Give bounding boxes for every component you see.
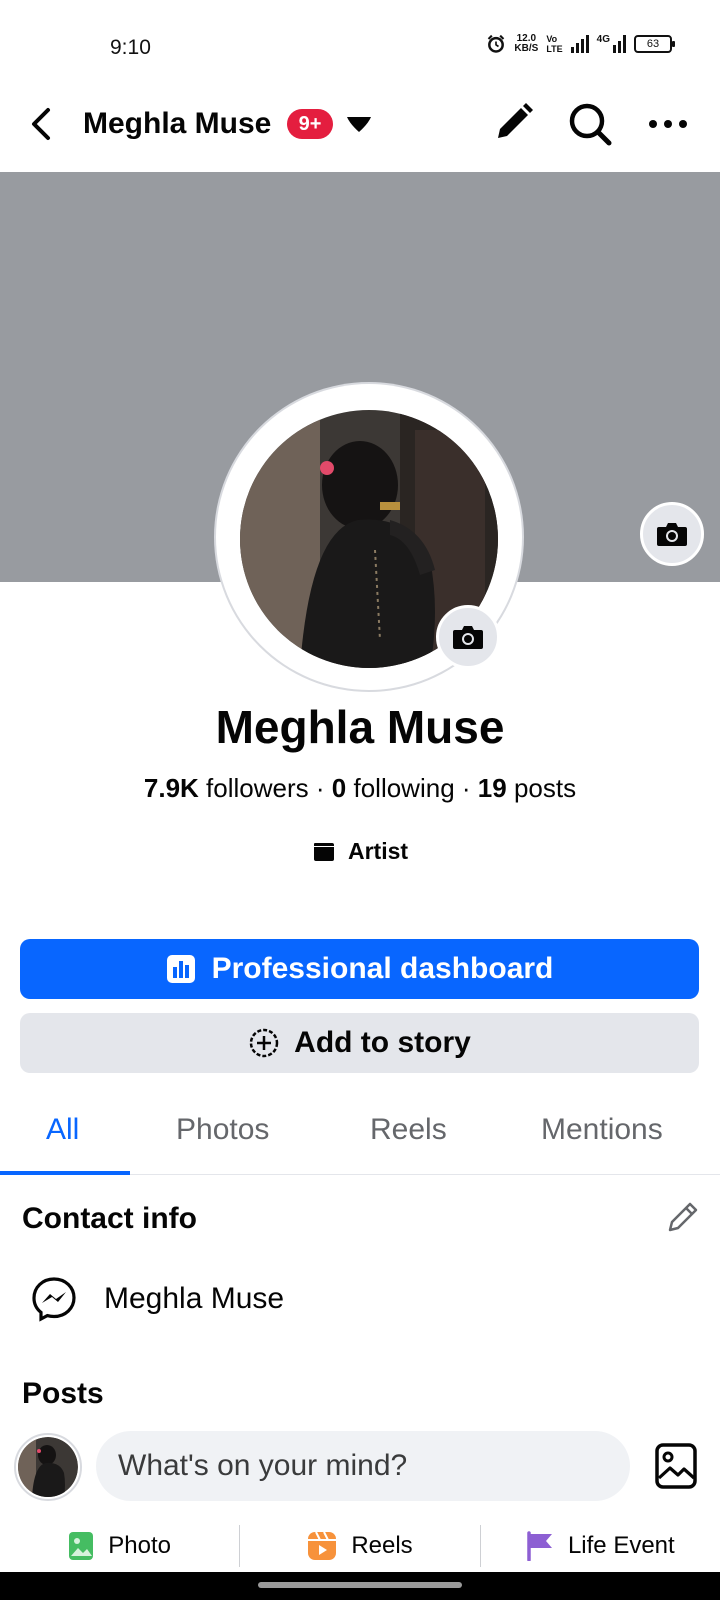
posts-label: posts [513, 773, 577, 803]
dashboard-chart-icon [166, 955, 195, 983]
profile-name: Meghla Muse [215, 701, 505, 753]
messenger-icon [32, 1277, 76, 1322]
photo-icon [69, 1532, 94, 1560]
caret-down-icon[interactable] [344, 112, 374, 136]
following-label[interactable]: following [353, 773, 454, 803]
add-to-story-label: Add to story [294, 1026, 471, 1059]
category-label: Artist [347, 838, 409, 864]
reels-label: Reels [351, 1532, 413, 1559]
status-icons: 12.0 KB/S Vo LTE 4G 63 [486, 34, 675, 54]
edit-contact-icon[interactable] [664, 1198, 702, 1236]
volte-bottom: LTE [546, 44, 563, 54]
messenger-contact[interactable]: Meghla Muse [30, 1275, 284, 1323]
edit-cover-button[interactable] [640, 502, 704, 566]
followers-label[interactable]: followers [206, 773, 309, 803]
profile-stats: 7.9K followers · 0 following · 19 posts [0, 773, 720, 804]
battery-icon: 63 [634, 35, 675, 53]
clapperboard-icon [313, 842, 334, 861]
network-type: 4G [596, 34, 610, 45]
post-actions: Photo Reels Life Event [0, 1520, 720, 1572]
signal-icon [570, 35, 589, 53]
system-navigation-bar [0, 1572, 720, 1600]
signal-4g-icon: 4G [597, 35, 626, 53]
messenger-contact-name: Meghla Muse [104, 1282, 285, 1315]
professional-dashboard-label: Professional dashboard [211, 952, 554, 985]
active-tab-indicator [0, 1171, 130, 1175]
add-to-story-button[interactable]: Add to story [20, 1013, 699, 1073]
avatar [18, 1437, 78, 1497]
photo-label: Photo [108, 1532, 172, 1559]
posts-count: 19 [477, 773, 507, 803]
flag-icon [527, 1531, 552, 1561]
profile-tabs: All Photos Reels Mentions [0, 1095, 720, 1175]
tab-reels[interactable]: Reels [370, 1113, 447, 1147]
whats-on-your-mind-input[interactable]: What's on your mind? [96, 1431, 630, 1501]
profile-category: Artist [0, 838, 720, 865]
posts-title: Posts [22, 1377, 104, 1410]
life-event-button[interactable]: Life Event [481, 1520, 720, 1572]
more-icon[interactable] [646, 104, 690, 144]
alarm-icon [488, 34, 505, 53]
reels-icon [308, 1531, 337, 1560]
photo-button[interactable]: Photo [0, 1520, 239, 1572]
search-icon[interactable] [566, 100, 614, 148]
volte-top: Vo [546, 34, 558, 44]
tab-mentions[interactable]: Mentions [541, 1113, 663, 1147]
battery-level: 63 [646, 38, 660, 50]
tab-photos[interactable]: Photos [176, 1113, 269, 1147]
page-title[interactable]: Meghla Muse [83, 104, 271, 144]
top-navigation: Meghla Muse 9+ [0, 90, 720, 172]
professional-dashboard-button[interactable]: Professional dashboard [20, 939, 699, 999]
add-photo-icon[interactable] [654, 1442, 698, 1490]
composer-avatar[interactable] [14, 1433, 82, 1501]
life-event-label: Life Event [567, 1532, 675, 1559]
volte-indicator: Vo LTE [546, 34, 562, 54]
tab-all[interactable]: All [46, 1113, 79, 1147]
following-count[interactable]: 0 [332, 773, 346, 803]
followers-count[interactable]: 7.9K [144, 773, 199, 803]
camera-icon [453, 626, 483, 649]
edit-profile-picture-button[interactable] [436, 605, 500, 669]
back-icon[interactable] [22, 104, 62, 144]
camera-icon [657, 523, 687, 546]
stats-separator: · [461, 773, 471, 803]
home-gesture-handle[interactable] [258, 1582, 462, 1588]
contact-info-title: Contact info [22, 1202, 197, 1235]
network-speed-unit: KB/S [514, 43, 539, 54]
stats-separator: · [315, 773, 325, 803]
reels-button[interactable]: Reels [240, 1520, 479, 1572]
status-bar: 9:10 12.0 KB/S Vo LTE 4G 63 [0, 0, 720, 90]
edit-pencil-icon[interactable] [490, 100, 536, 146]
notification-badge[interactable]: 9+ [287, 109, 333, 139]
add-circle-icon [249, 1028, 279, 1058]
network-speed: 12.0 KB/S [514, 34, 538, 54]
status-time: 9:10 [110, 36, 151, 59]
